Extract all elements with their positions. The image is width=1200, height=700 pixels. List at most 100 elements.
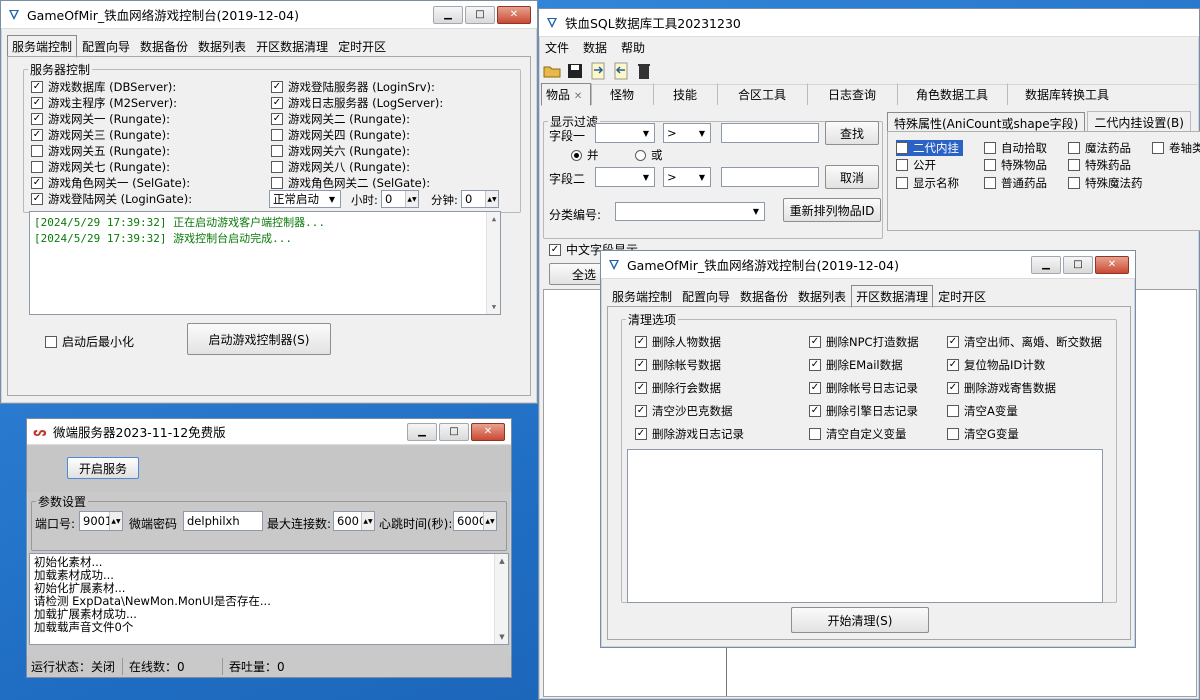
- and-radio[interactable]: 并: [571, 147, 599, 163]
- server-checkbox[interactable]: 游戏登陆服务器 (LoginSrv):: [271, 79, 435, 95]
- server-checkbox[interactable]: 游戏日志服务器 (LogServer):: [271, 95, 443, 111]
- heartbeat-spinner[interactable]: 6000 ▲▼: [453, 511, 497, 531]
- tab-role-data[interactable]: 角色数据工具: [897, 83, 1007, 105]
- menu-data[interactable]: 数据: [583, 39, 607, 56]
- checkbox-checked-icon[interactable]: [809, 359, 821, 371]
- cleanup-titlebar[interactable]: GameOfMir_铁血网络游戏控制台(2019-12-04) ▁ □ ✕: [601, 251, 1135, 279]
- attr-show-name[interactable]: 显示名称: [896, 175, 959, 191]
- import-icon[interactable]: [587, 60, 609, 82]
- cleanup-checkbox[interactable]: 删除帐号数据: [635, 357, 721, 373]
- minimize-icon[interactable]: ▁: [407, 422, 437, 441]
- tab-skills[interactable]: 技能: [653, 83, 717, 105]
- save-icon[interactable]: [564, 60, 586, 82]
- checkbox-checked-icon[interactable]: [809, 382, 821, 394]
- checkbox-checked-icon[interactable]: [635, 336, 647, 348]
- tab-data-backup[interactable]: 数据备份: [135, 35, 193, 57]
- open-folder-icon[interactable]: [541, 60, 563, 82]
- tab-open-cleanup[interactable]: 开区数据清理: [251, 35, 333, 57]
- server-checkbox[interactable]: 游戏角色网关二 (SelGate):: [271, 175, 430, 191]
- attr-special-magic-potion[interactable]: 特殊魔法药: [1068, 175, 1143, 191]
- attr-magic-potion[interactable]: 魔法药品: [1068, 140, 1131, 156]
- cleanup-checkbox[interactable]: 清空G变量: [947, 426, 1019, 442]
- menu-file[interactable]: 文件: [545, 39, 569, 56]
- checkbox-empty-icon[interactable]: [271, 129, 283, 141]
- tab-config-wizard[interactable]: 配置向导: [77, 35, 135, 57]
- server-checkbox[interactable]: 游戏网关二 (Rungate):: [271, 111, 410, 127]
- tab-config-wizard[interactable]: 配置向导: [677, 285, 735, 307]
- cleanup-checkbox[interactable]: 删除EMail数据: [809, 357, 903, 373]
- server-checkbox[interactable]: 游戏网关五 (Rungate):: [31, 143, 170, 159]
- checkbox-checked-icon[interactable]: [271, 113, 283, 125]
- start-controller-button[interactable]: 启动游戏控制器(S): [187, 323, 331, 355]
- maximize-icon[interactable]: □: [439, 422, 469, 441]
- checkbox-empty-icon[interactable]: [271, 161, 283, 173]
- server-checkbox[interactable]: 游戏登陆网关 (LoginGate):: [31, 191, 192, 207]
- log-scrollbar[interactable]: ▲ ▼: [486, 212, 500, 314]
- tab-open-cleanup[interactable]: 开区数据清理: [851, 285, 934, 308]
- checkbox-checked-icon[interactable]: [31, 129, 43, 141]
- start-service-button[interactable]: 开启服务: [67, 457, 139, 479]
- checkbox-empty-icon[interactable]: [947, 405, 959, 417]
- maxconn-spinner[interactable]: 600 ▲▼: [333, 511, 375, 531]
- cleanup-checkbox[interactable]: 复位物品ID计数: [947, 357, 1045, 373]
- cancel-button[interactable]: 取消: [825, 165, 879, 189]
- tab-log-query[interactable]: 日志查询: [807, 83, 897, 105]
- checkbox-checked-icon[interactable]: [947, 336, 959, 348]
- cleanup-checkbox[interactable]: 删除行会数据: [635, 380, 721, 396]
- checkbox-checked-icon[interactable]: [31, 81, 43, 93]
- server-checkbox[interactable]: 游戏网关一 (Rungate):: [31, 111, 170, 127]
- checkbox-checked-icon[interactable]: [947, 382, 959, 394]
- cleanup-checkbox[interactable]: 删除人物数据: [635, 334, 721, 350]
- attr-normal-potion[interactable]: 普通药品: [984, 175, 1047, 191]
- checkbox-checked-icon[interactable]: [635, 382, 647, 394]
- checkbox-checked-icon[interactable]: [809, 405, 821, 417]
- cleanup-checkbox[interactable]: 删除游戏日志记录: [635, 426, 744, 442]
- attr-public[interactable]: 公开: [896, 157, 936, 173]
- maximize-icon[interactable]: □: [465, 5, 495, 24]
- op1-select[interactable]: > ▼: [663, 123, 711, 143]
- close-icon[interactable]: ✕: [497, 5, 531, 24]
- reorder-items-button[interactable]: 重新排列物品ID: [783, 198, 881, 222]
- attr-inner-hang[interactable]: 二代内挂: [896, 140, 963, 156]
- server-checkbox[interactable]: 游戏网关四 (Rungate):: [271, 127, 410, 143]
- tab-server-control[interactable]: 服务端控制: [7, 35, 78, 58]
- trash-icon[interactable]: [633, 60, 655, 82]
- micro-server-titlebar[interactable]: ᔕ 微端服务器2023-11-12免费版 ▁ □ ✕: [27, 419, 511, 445]
- tab-data-backup[interactable]: 数据备份: [735, 285, 793, 307]
- tab-special-attr[interactable]: 特殊属性(AniCount或shape字段): [887, 112, 1086, 132]
- tab-db-convert[interactable]: 数据库转换工具: [1007, 83, 1127, 105]
- password-field[interactable]: delphilxh: [183, 511, 263, 531]
- export-icon[interactable]: [610, 60, 632, 82]
- start-cleanup-button[interactable]: 开始清理(S): [791, 607, 929, 633]
- checkbox-checked-icon[interactable]: [809, 336, 821, 348]
- server-checkbox[interactable]: 游戏网关三 (Rungate):: [31, 127, 170, 143]
- tab-items[interactable]: 物品 ✕: [541, 83, 591, 106]
- server-checkbox[interactable]: 游戏主程序 (M2Server):: [31, 95, 177, 111]
- checkbox-checked-icon[interactable]: [31, 193, 43, 205]
- menu-help[interactable]: 帮助: [621, 39, 645, 56]
- checkbox-checked-icon[interactable]: [31, 97, 43, 109]
- tab-merge-tool[interactable]: 合区工具: [717, 83, 807, 105]
- minimize-on-start-checkbox[interactable]: 启动后最小化: [45, 333, 134, 350]
- attr-special-item[interactable]: 特殊物品: [984, 157, 1047, 173]
- micro-server-log[interactable]: 初始化素材... 加载素材成功... 初始化扩展素材... 请检测 ExpDat…: [29, 553, 509, 645]
- port-spinner[interactable]: 9001 ▲▼: [79, 511, 123, 531]
- close-icon[interactable]: ✕: [1095, 255, 1129, 274]
- server-checkbox[interactable]: 游戏网关七 (Rungate):: [31, 159, 170, 175]
- checkbox-empty-icon[interactable]: [271, 177, 283, 189]
- start-mode-select[interactable]: 正常启动 ▼: [269, 190, 341, 208]
- tab-data-list[interactable]: 数据列表: [793, 285, 851, 307]
- checkbox-empty-icon[interactable]: [31, 161, 43, 173]
- close-icon[interactable]: ✕: [471, 422, 505, 441]
- checkbox-empty-icon[interactable]: [809, 428, 821, 440]
- minute-spinner[interactable]: 0 ▲▼: [461, 190, 499, 208]
- cleanup-output-box[interactable]: [627, 449, 1103, 603]
- minimize-icon[interactable]: ▁: [1031, 255, 1061, 274]
- attr-auto-pickup[interactable]: 自动拾取: [984, 140, 1047, 156]
- cleanup-checkbox[interactable]: 清空自定义变量: [809, 426, 907, 442]
- checkbox-empty-icon[interactable]: [947, 428, 959, 440]
- tab-monsters[interactable]: 怪物: [591, 83, 653, 105]
- field2-value[interactable]: [721, 167, 819, 187]
- checkbox-checked-icon[interactable]: [635, 405, 647, 417]
- sql-tool-titlebar[interactable]: 铁血SQL数据库工具20231230: [539, 9, 1199, 37]
